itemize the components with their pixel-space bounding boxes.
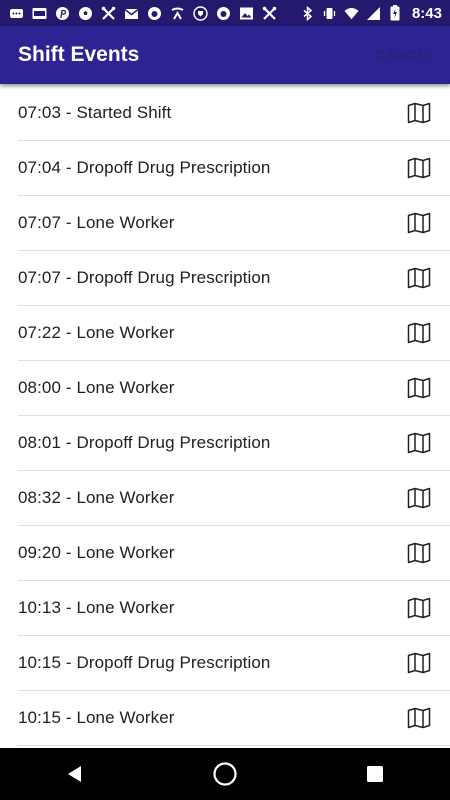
- map-icon[interactable]: [406, 211, 432, 235]
- event-row[interactable]: 09:20 - Lone Worker: [18, 526, 450, 581]
- page-title: Shift Events: [18, 43, 140, 66]
- event-row[interactable]: 07:03 - Started Shift: [18, 86, 450, 141]
- event-label: 07:22 - Lone Worker: [18, 323, 175, 342]
- map-icon[interactable]: [406, 541, 432, 565]
- event-label: 10:13 - Lone Worker: [18, 598, 175, 617]
- event-label: 07:04 - Dropoff Drug Prescription: [18, 158, 271, 177]
- recents-button[interactable]: [345, 754, 405, 794]
- map-icon[interactable]: [406, 651, 432, 675]
- battery-charging-icon: [388, 5, 403, 21]
- event-row[interactable]: 08:32 - Lone Worker: [18, 471, 450, 526]
- event-row[interactable]: 10:15 - Lone Worker: [18, 691, 450, 746]
- event-row[interactable]: 07:07 - Dropoff Drug Prescription: [18, 251, 450, 306]
- event-row[interactable]: 10:15 - Dropoff Drug Prescription: [18, 636, 450, 691]
- signal-icon: [366, 6, 381, 21]
- event-label: 08:00 - Lone Worker: [18, 378, 175, 397]
- back-icon: [68, 766, 81, 782]
- more-icon: [9, 6, 24, 21]
- soccer-ball-icon: [78, 6, 93, 21]
- wifi-icon: [344, 6, 359, 21]
- crossed-tools-icon: [101, 6, 116, 21]
- event-label: 10:15 - Lone Worker: [18, 708, 175, 727]
- event-label: 08:32 - Lone Worker: [18, 488, 175, 507]
- crossed-tools-icon: [262, 6, 277, 21]
- event-label: 08:01 - Dropoff Drug Prescription: [18, 433, 271, 452]
- circle-app-icon: [216, 6, 231, 21]
- event-row[interactable]: 10:13 - Lone Worker: [18, 581, 450, 636]
- navigation-bar: [0, 748, 450, 800]
- map-icon[interactable]: [406, 101, 432, 125]
- map-icon[interactable]: [406, 596, 432, 620]
- system-icons: 8:43: [300, 5, 450, 22]
- circle-app-icon: [147, 6, 162, 21]
- map-icon[interactable]: [406, 266, 432, 290]
- map-icon[interactable]: [406, 431, 432, 455]
- map-icon[interactable]: [406, 376, 432, 400]
- home-icon: [213, 762, 237, 786]
- cbs-badge-icon: [32, 6, 47, 21]
- pinterest-icon: [55, 6, 70, 21]
- event-row[interactable]: 07:22 - Lone Worker: [18, 306, 450, 361]
- shift-events-list: 07:03 - Started Shift 07:04 - Dropoff Dru…: [0, 86, 450, 748]
- map-icon[interactable]: [406, 156, 432, 180]
- shield-badge-icon: [193, 5, 208, 21]
- event-row[interactable]: 07:07 - Lone Worker: [18, 196, 450, 251]
- event-label: 07:03 - Started Shift: [18, 103, 172, 122]
- tools-icon: [170, 6, 185, 21]
- recents-icon: [367, 766, 383, 782]
- image-icon: [239, 6, 254, 21]
- event-label: 07:07 - Lone Worker: [18, 213, 175, 232]
- event-label: 07:07 - Dropoff Drug Prescription: [18, 268, 271, 287]
- event-label: 09:20 - Lone Worker: [18, 543, 175, 562]
- event-row[interactable]: 08:00 - Lone Worker: [18, 361, 450, 416]
- event-label: 10:15 - Dropoff Drug Prescription: [18, 653, 271, 672]
- map-icon[interactable]: [406, 321, 432, 345]
- cancel-button[interactable]: CANCEL: [375, 47, 436, 63]
- status-time: 8:43: [411, 4, 442, 22]
- event-row[interactable]: 08:01 - Dropoff Drug Prescription: [18, 416, 450, 471]
- event-row[interactable]: 07:04 - Dropoff Drug Prescription: [18, 141, 450, 196]
- notification-icons: [0, 5, 277, 21]
- vibrate-icon: [322, 6, 337, 21]
- bluetooth-icon: [300, 5, 315, 21]
- map-icon[interactable]: [406, 706, 432, 730]
- map-icon[interactable]: [406, 486, 432, 510]
- gmail-icon: [124, 6, 139, 21]
- home-button[interactable]: [195, 754, 255, 794]
- back-button[interactable]: [45, 754, 105, 794]
- app-bar: Shift Events CANCEL: [0, 26, 450, 84]
- status-bar: 8:43: [0, 0, 450, 26]
